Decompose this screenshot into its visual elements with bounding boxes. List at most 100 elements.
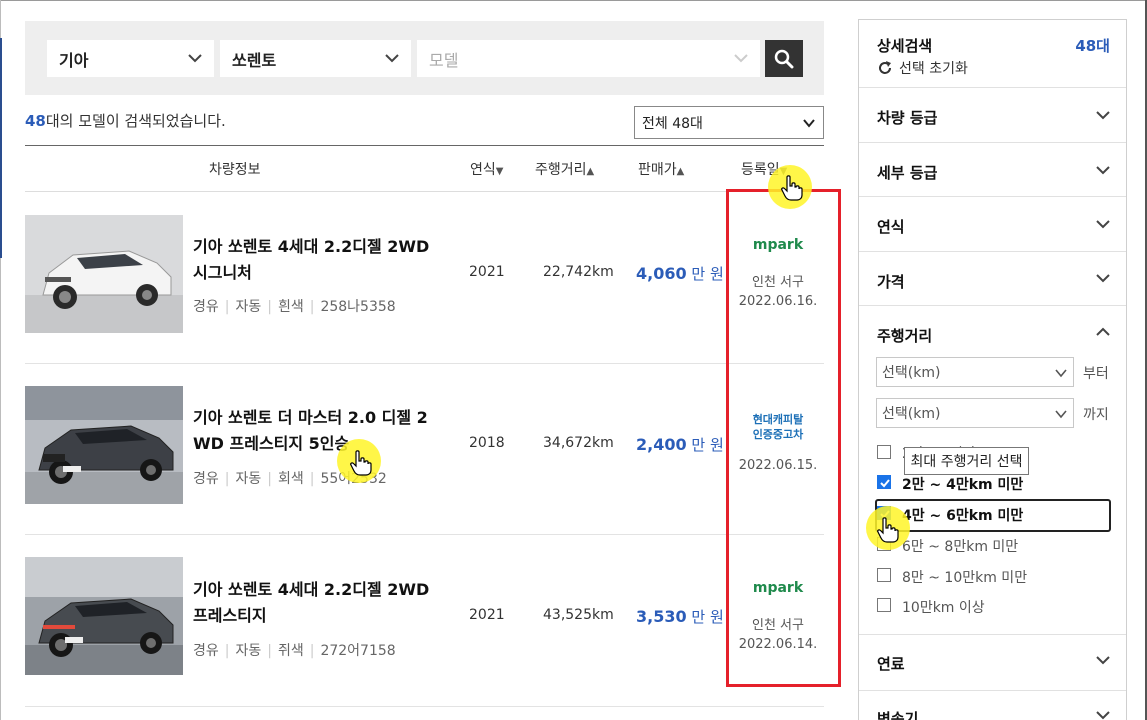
submodel-placeholder: 모델 <box>429 50 459 70</box>
section-fuel-label: 연료 <box>877 655 905 673</box>
car-title[interactable]: 기아 쏘렌토 4세대 2.2디젤 2WD 시그니처 <box>193 234 453 286</box>
reset-button[interactable]: 선택 초기화 <box>877 58 968 78</box>
car-photo[interactable] <box>25 557 183 675</box>
mileage-option-checkbox[interactable] <box>877 598 891 612</box>
car-title[interactable]: 기아 쏘렌토 더 마스터 2.0 디젤 2 WD 프레스티지 5인승 <box>193 405 453 457</box>
car-price-number: 4,060 <box>636 264 687 283</box>
car-photo-dark-suv <box>25 557 183 675</box>
car-price: 4,060 만 원 <box>636 263 724 284</box>
mileage-from-value: 선택(km) <box>882 365 941 381</box>
chevron-down-icon <box>1096 711 1110 720</box>
section-sub-grade-label: 세부 등급 <box>877 164 938 182</box>
chevron-down-icon <box>1096 220 1110 229</box>
mileage-option-label[interactable]: 10만km 이상 <box>902 597 985 617</box>
car-photo[interactable] <box>25 386 183 504</box>
mileage-from-suffix: 부터 <box>1083 366 1109 382</box>
mileage-from-select[interactable]: 선택(km) <box>876 357 1074 387</box>
hand-cursor-icon <box>781 175 803 201</box>
car-price: 3,530 만 원 <box>636 606 724 627</box>
car-mileage: 22,742km <box>543 264 614 280</box>
search-icon <box>774 49 794 68</box>
section-divider <box>859 196 1126 197</box>
row-separator <box>25 534 824 535</box>
section-divider <box>859 690 1126 691</box>
search-button[interactable] <box>765 40 803 77</box>
sort-desc-icon: ▼ <box>495 166 504 177</box>
section-divider <box>859 142 1126 143</box>
car-color: 흰색 <box>277 299 304 315</box>
hand-cursor-icon <box>350 450 372 476</box>
car-price-number: 3,530 <box>636 607 687 626</box>
result-count-number: 48 <box>25 112 46 130</box>
result-count: 48대의 모델이 검색되었습니다. <box>25 110 226 131</box>
car-specs: 경유 | 자동 | 쥐색 | 272어7158 <box>193 643 396 659</box>
sort-year-label: 연식 <box>470 162 496 178</box>
car-specs: 경유 | 자동 | 흰색 | 258나5358 <box>193 299 396 315</box>
sort-price-label: 판매가 <box>638 162 677 178</box>
chevron-down-icon <box>1055 410 1067 419</box>
refresh-icon <box>879 61 891 74</box>
car-photo-white-suv <box>25 215 183 333</box>
section-divider <box>859 305 1126 306</box>
chevron-down-icon <box>734 54 748 63</box>
mileage-option-label[interactable]: 8만 ~ 10만km 미만 <box>902 567 1027 587</box>
mileage-to-select[interactable]: 선택(km) <box>876 398 1074 428</box>
model-select[interactable]: 쏘렌토 <box>220 40 411 77</box>
model-select-value: 쏘렌토 <box>232 50 277 70</box>
car-transmission: 자동 <box>235 471 262 487</box>
detail-search-count: 48대 <box>1075 37 1110 55</box>
car-photo-gray-suv <box>25 386 183 504</box>
section-transmission-label: 변속기 <box>877 710 919 720</box>
mileage-option-checkbox[interactable] <box>877 568 891 582</box>
chevron-down-icon <box>385 54 399 63</box>
annotation-highlight-box <box>726 189 841 687</box>
total-select[interactable]: 전체 48대 <box>634 106 824 139</box>
row-separator <box>25 706 824 707</box>
sort-price[interactable]: 판매가▲ <box>638 159 684 179</box>
car-plate: 258나5358 <box>320 299 396 315</box>
checkmark-icon <box>880 479 890 488</box>
mileage-option-label[interactable]: 4만 ~ 6만km 미만 <box>902 505 1023 525</box>
sort-asc-icon: ▲ <box>586 166 595 177</box>
mileage-option-checkbox[interactable] <box>877 445 891 459</box>
sort-year[interactable]: 연식▼ <box>470 159 503 179</box>
car-fuel: 경유 <box>193 299 219 315</box>
maker-select-value: 기아 <box>59 50 89 70</box>
header-car-info: 차량정보 <box>209 162 261 178</box>
car-photo[interactable] <box>25 215 183 333</box>
detail-search-title: 상세검색 <box>877 37 933 55</box>
car-title[interactable]: 기아 쏘렌토 4세대 2.2디젤 2WD 프레스티지 <box>193 577 453 629</box>
car-title-line1: 기아 쏘렌토 4세대 2.2디젤 2WD <box>193 237 430 256</box>
car-year: 2021 <box>469 264 505 280</box>
chevron-up-icon <box>1096 327 1110 336</box>
table-header-bottom-line <box>25 191 824 192</box>
chevron-down-icon <box>803 119 815 128</box>
section-divider <box>859 251 1126 252</box>
car-price: 2,400 만 원 <box>636 434 724 455</box>
car-plate: 272어7158 <box>320 643 396 659</box>
car-title-line1: 기아 쏘렌토 더 마스터 2.0 디젤 2 <box>193 408 428 427</box>
left-accent-bar <box>0 38 2 258</box>
mileage-option-label[interactable]: 2만 ~ 4만km 미만 <box>902 474 1023 494</box>
section-year-label: 연식 <box>877 218 905 236</box>
sort-mileage-label: 주행거리 <box>535 162 587 178</box>
section-mileage-label: 주행거리 <box>877 327 933 345</box>
chevron-down-icon <box>1096 111 1110 120</box>
table-header-top-line <box>25 145 824 146</box>
car-price-unit: 만 원 <box>691 608 724 626</box>
car-mileage: 43,525km <box>543 607 614 623</box>
car-color: 회색 <box>277 471 304 487</box>
maker-select[interactable]: 기아 <box>47 40 214 77</box>
mileage-option-checkbox[interactable] <box>877 475 891 489</box>
submodel-select[interactable]: 모델 <box>417 40 760 77</box>
section-divider <box>859 87 1126 88</box>
car-title-line1: 기아 쏘렌토 4세대 2.2디젤 2WD <box>193 580 430 599</box>
car-fuel: 경유 <box>193 471 219 487</box>
chevron-down-icon <box>1055 369 1067 378</box>
chevron-down-icon <box>1096 656 1110 665</box>
sort-mileage[interactable]: 주행거리▲ <box>535 159 594 179</box>
mileage-option-label[interactable]: 6만 ~ 8만km 미만 <box>902 536 1018 556</box>
chevron-down-icon <box>188 54 202 63</box>
chevron-down-icon <box>1096 166 1110 175</box>
car-year: 2018 <box>469 435 505 451</box>
